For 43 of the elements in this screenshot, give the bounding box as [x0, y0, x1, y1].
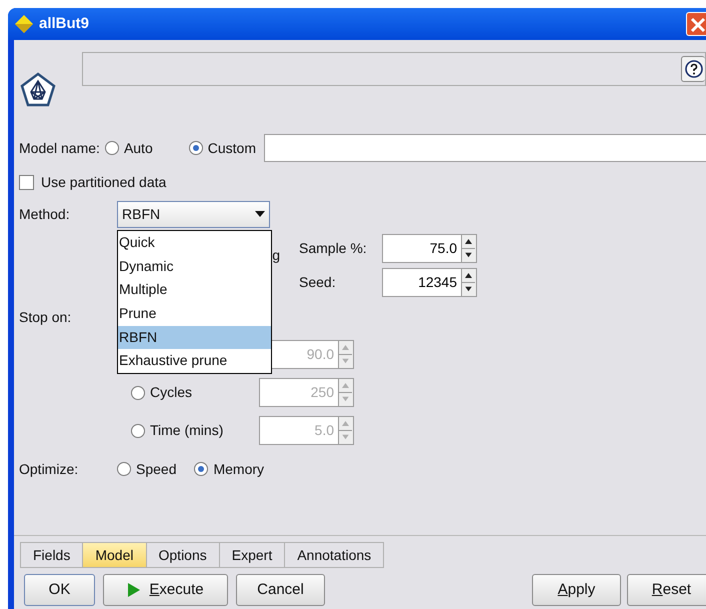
dialog-button[interactable]: OK	[24, 574, 95, 606]
sample-field[interactable]: 75.0	[382, 234, 462, 263]
radio-label: Speed	[136, 460, 176, 479]
close-button[interactable]	[686, 12, 706, 36]
radio-label: Memory	[213, 460, 264, 479]
field-label: Optimize:	[19, 460, 80, 479]
tab[interactable]: Annotations	[284, 542, 384, 568]
model-name-field[interactable]	[264, 134, 706, 162]
dialog-button[interactable]: Reset	[627, 574, 706, 606]
radio-label: Cycles	[150, 383, 192, 402]
radio-label: Time (mins)	[150, 421, 224, 440]
tab[interactable]: Options	[146, 542, 219, 568]
dropdown-option[interactable]: RBFN	[118, 326, 271, 350]
spin-arrows-icon[interactable]	[462, 234, 477, 263]
checkbox[interactable]	[19, 174, 34, 190]
help-button[interactable]	[681, 56, 705, 82]
dialog-button[interactable]: Apply	[532, 574, 621, 606]
radio-label: Auto	[124, 138, 153, 158]
method-dropdown[interactable]: RBFN	[117, 200, 270, 228]
radio-button[interactable]	[104, 141, 119, 155]
tab[interactable]: Fields	[20, 542, 82, 568]
seed-field[interactable]: 12345	[382, 268, 462, 297]
spin-arrows-icon[interactable]	[462, 268, 477, 297]
radio-button[interactable]	[194, 462, 208, 476]
play-icon	[127, 582, 142, 598]
caret-icon	[255, 211, 265, 217]
tab[interactable]: Model	[82, 542, 146, 568]
field-label: Method:	[19, 204, 71, 224]
partial-label: g	[272, 246, 280, 265]
dialog-button[interactable]: Cancel	[236, 574, 325, 606]
diamond-icon	[14, 14, 34, 34]
radio-label: Custom	[208, 138, 256, 158]
field-label: Sample %:	[299, 239, 368, 258]
radio-button[interactable]	[117, 462, 131, 476]
checkbox-label: Use partitioned data	[41, 172, 166, 192]
field-label: Model name:	[19, 138, 100, 158]
network-logo-icon	[20, 72, 56, 108]
field-label: Seed:	[299, 273, 337, 292]
field-label: Stop on:	[19, 308, 72, 327]
radio-button[interactable]	[188, 141, 203, 155]
window-title: allBut9	[39, 14, 90, 34]
tab[interactable]: Expert	[218, 542, 284, 568]
execute-button[interactable]: Execute	[103, 574, 228, 606]
